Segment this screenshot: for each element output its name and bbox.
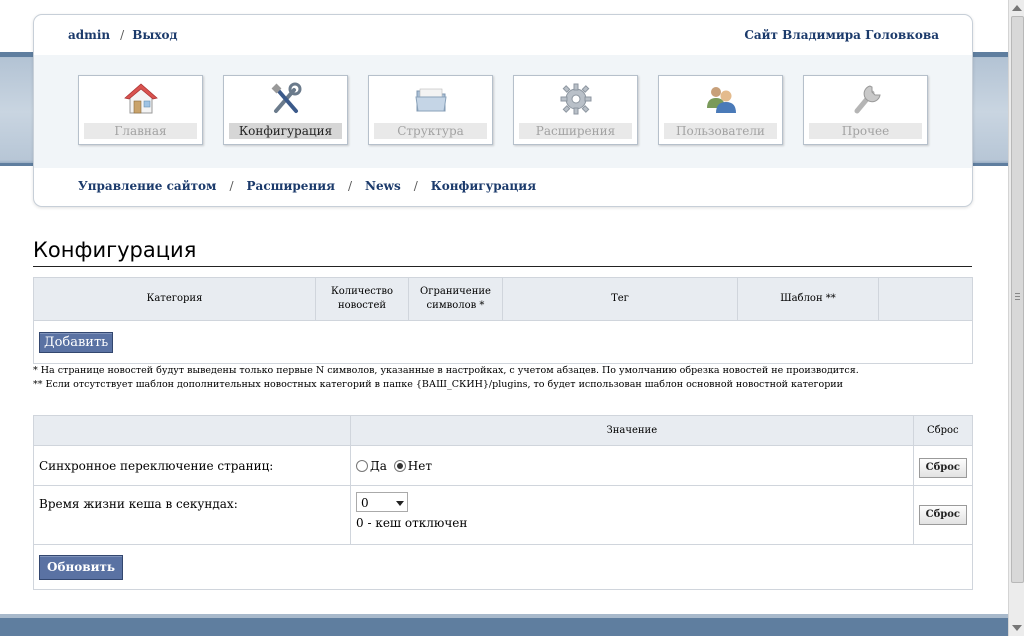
breadcrumb-separator: / bbox=[348, 179, 353, 193]
settings-table-submit-row: Обновить bbox=[33, 544, 973, 590]
nav-tile-other[interactable]: Прочее bbox=[803, 75, 928, 145]
reset-button[interactable]: Сброс bbox=[918, 505, 967, 525]
username-link[interactable]: admin bbox=[68, 28, 110, 42]
nav-tile-users[interactable]: Пользователи bbox=[658, 75, 783, 145]
column-header-reset: Сброс bbox=[912, 415, 974, 446]
column-header-setting bbox=[33, 415, 351, 446]
breadcrumb-item-site-management[interactable]: Управление сайтом bbox=[78, 179, 216, 193]
footnote-char-limit: * На странице новостей будут выведены то… bbox=[33, 365, 859, 376]
column-header-category: Категория bbox=[33, 277, 316, 321]
add-category-button[interactable]: Добавить bbox=[39, 331, 114, 353]
radio-no[interactable] bbox=[393, 459, 406, 472]
breadcrumb-item-configuration[interactable]: Конфигурация bbox=[431, 179, 536, 193]
setting-row-sync-paging: Синхронное переключение страниц: Да Нет … bbox=[33, 445, 974, 486]
footnote-template: ** Если отсутствует шаблон дополнительны… bbox=[33, 379, 843, 390]
breadcrumb-separator: / bbox=[413, 179, 418, 193]
setting-row-cache-lifetime: Время жизни кеша в секундах: 0 0 - кеш о… bbox=[33, 485, 974, 545]
settings-table-header: Значение Сброс bbox=[33, 415, 974, 446]
breadcrumb: Управление сайтом / Расширения / News / Конфиг… bbox=[78, 179, 536, 193]
nav-label-other: Прочее bbox=[809, 123, 922, 139]
header-panel: admin / Выход Сайт Владимира Головкова Гла… bbox=[33, 14, 973, 207]
setting-value-cell: Да Нет bbox=[350, 445, 914, 486]
cache-lifetime-select[interactable]: 0 bbox=[356, 492, 408, 512]
gear-icon bbox=[560, 83, 592, 115]
nav-label-configuration: Конфигурация bbox=[229, 123, 342, 139]
home-icon bbox=[124, 83, 158, 114]
select-value: 0 bbox=[361, 496, 369, 510]
cache-hint: 0 - кеш отключен bbox=[356, 516, 468, 530]
grip-icon bbox=[1015, 293, 1020, 294]
update-button[interactable]: Обновить bbox=[39, 554, 124, 580]
nav-label-home: Главная bbox=[84, 123, 197, 139]
setting-label: Время жизни кеша в секундах: bbox=[33, 485, 351, 545]
add-row-cell: Добавить bbox=[33, 320, 973, 364]
categories-table-add-row: Добавить bbox=[33, 320, 973, 364]
nav-tile-home[interactable]: Главная bbox=[78, 75, 203, 145]
vertical-scrollbar[interactable] bbox=[1008, 0, 1024, 636]
folder-icon bbox=[415, 88, 447, 112]
wrench-icon bbox=[854, 85, 881, 114]
radio-no-label: Нет bbox=[407, 458, 432, 473]
radio-yes[interactable] bbox=[356, 459, 368, 472]
logout-link[interactable]: Выход bbox=[132, 28, 177, 42]
submit-cell: Обновить bbox=[33, 544, 973, 590]
categories-table-header: Категория Количество новостей Ограничени… bbox=[33, 277, 973, 321]
categories-table: Категория Количество новостей Ограничени… bbox=[33, 277, 973, 364]
breadcrumb-item-extensions[interactable]: Расширения bbox=[247, 179, 335, 193]
footnotes: * На странице новостей будут выведены то… bbox=[33, 364, 859, 392]
footer-band bbox=[0, 614, 1008, 636]
nav-tile-structure[interactable]: Структура bbox=[368, 75, 493, 145]
nav-tile-extensions[interactable]: Расширения bbox=[513, 75, 638, 145]
site-name-link[interactable]: Сайт Владимира Головкова bbox=[744, 28, 939, 42]
settings-table: Значение Сброс Синхронное переключение с… bbox=[33, 415, 974, 590]
nav-label-extensions: Расширения bbox=[519, 123, 632, 139]
setting-label: Синхронное переключение страниц: bbox=[33, 445, 351, 486]
user-bar: admin / Выход bbox=[68, 28, 178, 42]
setting-reset-cell: Сброс bbox=[912, 445, 974, 486]
column-header-tag: Тег bbox=[502, 277, 738, 321]
user-bar-separator: / bbox=[120, 28, 125, 42]
breadcrumb-item-news[interactable]: News bbox=[365, 179, 401, 193]
nav-label-users: Пользователи bbox=[664, 123, 777, 139]
scroll-thumb[interactable] bbox=[1011, 16, 1024, 583]
column-header-template: Шаблон ** bbox=[737, 277, 879, 321]
nav-label-structure: Структура bbox=[374, 123, 487, 139]
column-header-actions bbox=[878, 277, 973, 321]
scroll-down-arrow-icon[interactable] bbox=[1012, 625, 1022, 631]
column-header-value: Значение bbox=[350, 415, 914, 446]
tools-icon bbox=[271, 82, 302, 113]
setting-reset-cell: Сброс bbox=[912, 485, 974, 545]
page-title: Конфигурация bbox=[33, 238, 972, 267]
breadcrumb-separator: / bbox=[229, 179, 234, 193]
radio-yes-label: Да bbox=[370, 458, 387, 473]
reset-button[interactable]: Сброс bbox=[918, 457, 967, 478]
users-icon bbox=[707, 87, 736, 113]
column-header-char-limit: Ограничение символов * bbox=[408, 277, 503, 321]
setting-value-cell: 0 0 - кеш отключен bbox=[350, 485, 914, 545]
chevron-down-icon bbox=[396, 501, 404, 506]
column-header-news-count: Количество новостей bbox=[315, 277, 409, 321]
nav-tile-configuration[interactable]: Конфигурация bbox=[223, 75, 348, 145]
scroll-up-arrow-icon[interactable] bbox=[1012, 5, 1022, 11]
